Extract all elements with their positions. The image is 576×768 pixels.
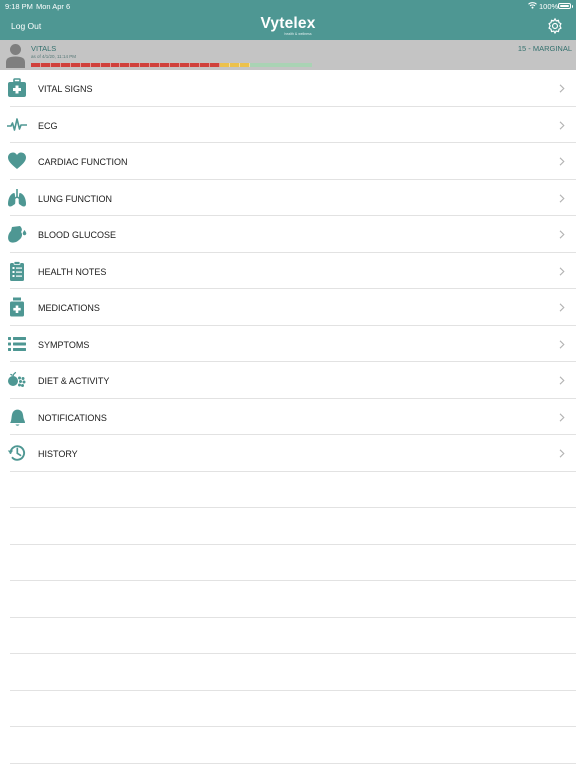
chevron-right-icon — [559, 303, 565, 312]
chevron-right-icon — [559, 376, 565, 385]
gauge-segment — [285, 63, 295, 67]
menu-item-label: SYMPTOMS — [38, 339, 90, 350]
app-logo: Vytelex health & wellness — [236, 15, 340, 36]
chevron-right-icon — [559, 339, 565, 349]
logo-tagline: health & wellness — [284, 32, 312, 36]
empty-row — [10, 508, 576, 545]
chevron-right-icon — [559, 412, 565, 422]
menu-item-label: HEALTH NOTES — [38, 266, 107, 277]
logout-button[interactable]: Log Out — [11, 21, 41, 31]
status-time: 9:18 PM — [5, 2, 33, 11]
glucose-icon — [8, 226, 27, 243]
food-icon — [8, 371, 26, 387]
gauge-segment — [150, 63, 161, 67]
status-date: Mon Apr 6 — [36, 2, 71, 11]
menu-item-label: LUNG FUNCTION — [38, 193, 112, 204]
menu-item-ecg[interactable]: ECG — [7, 107, 576, 143]
gauge-segment — [239, 63, 250, 67]
gauge-segment — [40, 63, 51, 67]
vitals-score: 15 - MARGINAL — [517, 44, 572, 53]
menu-item-label: ECG — [38, 120, 58, 131]
gauge-segment — [170, 63, 181, 67]
menu-item-vital-signs[interactable]: VITAL SIGNS — [8, 70, 576, 107]
menu-item-health-notes[interactable]: HEALTH NOTES — [10, 253, 576, 289]
vitals-timestamp: as of 4/1/20, 11:14 PM — [31, 54, 76, 59]
gauge-segment — [60, 63, 71, 67]
status-bar: 9:18 PM Mon Apr 6 100% — [0, 0, 576, 12]
gauge-segment — [249, 63, 259, 67]
chevron-right-icon — [559, 193, 565, 203]
gauge-segment — [303, 63, 313, 67]
gauge-segment — [80, 63, 91, 67]
medical-kit-icon — [8, 78, 26, 97]
vitals-gauge — [31, 63, 313, 67]
menu-item-symptoms[interactable]: SYMPTOMS — [8, 326, 576, 362]
empty-row — [10, 618, 576, 654]
empty-row — [10, 727, 576, 764]
chevron-right-icon — [559, 157, 565, 166]
bell-icon — [10, 409, 25, 426]
clipboard-icon — [10, 260, 24, 281]
gauge-segment — [50, 63, 61, 67]
heart-icon — [8, 152, 26, 169]
gauge-segment — [258, 63, 268, 67]
heartbeat-icon — [7, 117, 27, 131]
menu-item-label: CARDIAC FUNCTION — [38, 157, 128, 167]
menu-item-label: BLOOD GLUCOSE — [38, 230, 117, 240]
menu-list: VITAL SIGNS ECG CARDIAC FUNCTION LUNG FU… — [0, 70, 576, 764]
gauge-segment — [267, 63, 277, 67]
history-icon — [7, 445, 26, 461]
menu-item-diet-activity[interactable]: DIET & ACTIVITY — [8, 362, 576, 399]
menu-item-label: HISTORY — [38, 449, 78, 459]
gauge-segment — [100, 63, 111, 67]
menu-item-cardiac-function[interactable]: CARDIAC FUNCTION — [8, 143, 576, 180]
gauge-segment — [180, 63, 190, 67]
empty-row — [10, 472, 576, 508]
wifi-icon — [528, 2, 537, 9]
gauge-segment — [130, 63, 141, 67]
battery-icon — [558, 3, 573, 9]
menu-item-notifications[interactable]: NOTIFICATIONS — [10, 399, 576, 435]
list-icon — [8, 336, 26, 351]
empty-row — [10, 581, 576, 618]
gauge-segment — [276, 63, 286, 67]
gauge-segment — [110, 63, 121, 67]
gauge-segment — [219, 63, 230, 67]
lungs-icon — [8, 188, 26, 206]
menu-item-label: MEDICATIONS — [38, 303, 100, 313]
empty-row — [10, 545, 576, 581]
avatar-icon — [6, 44, 25, 68]
menu-item-label: NOTIFICATIONS — [38, 412, 107, 423]
menu-item-label: VITAL SIGNS — [38, 84, 93, 94]
chevron-right-icon — [559, 266, 565, 276]
gear-icon[interactable] — [546, 17, 564, 35]
medication-bottle-icon — [10, 297, 24, 317]
gauge-segment — [209, 63, 220, 67]
chevron-right-icon — [559, 120, 565, 130]
chevron-right-icon — [559, 84, 565, 93]
gauge-segment — [140, 63, 151, 67]
vitals-title: VITALS — [31, 44, 57, 53]
gauge-segment — [70, 63, 81, 67]
gauge-segment — [199, 63, 210, 67]
gauge-segment — [90, 63, 101, 67]
menu-item-lung-function[interactable]: LUNG FUNCTION — [8, 180, 576, 216]
gauge-segment — [294, 63, 304, 67]
battery-percent: 100% — [539, 2, 559, 11]
menu-item-history[interactable]: HISTORY — [7, 435, 576, 472]
menu-item-blood-glucose[interactable]: BLOOD GLUCOSE — [8, 216, 576, 253]
logo-text: Vytelex — [260, 15, 316, 32]
empty-row — [10, 654, 576, 691]
empty-row — [10, 691, 576, 727]
gauge-segment — [31, 63, 41, 67]
gauge-segment — [120, 63, 131, 67]
menu-item-medications[interactable]: MEDICATIONS — [10, 289, 576, 326]
gauge-segment — [190, 63, 200, 67]
menu-item-label: DIET & ACTIVITY — [38, 376, 110, 386]
gauge-segment — [229, 63, 240, 67]
chevron-right-icon — [559, 449, 565, 458]
chevron-right-icon — [559, 230, 565, 239]
gauge-segment — [160, 63, 171, 67]
